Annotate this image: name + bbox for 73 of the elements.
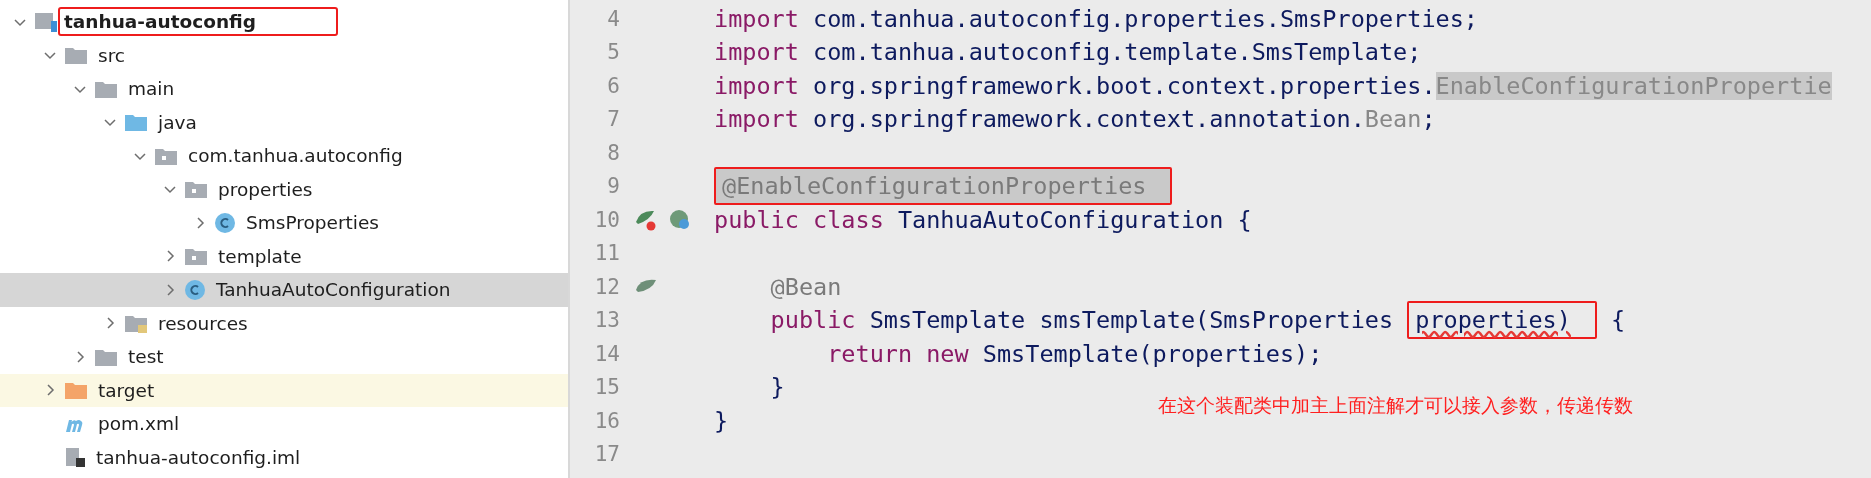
tree-item[interactable]: main	[0, 72, 568, 106]
folder-icon	[64, 380, 88, 401]
tree-item[interactable]: com.tanhua.autoconfig	[0, 139, 568, 173]
item-label: main	[127, 77, 176, 102]
folder-icon	[64, 45, 88, 66]
item-label: target	[97, 378, 156, 403]
code-line: }	[769, 373, 785, 402]
line-number: 17	[593, 442, 620, 467]
folder-icon	[124, 313, 148, 334]
spring-icon[interactable]	[668, 207, 692, 232]
line-number: 7	[606, 107, 620, 132]
tree-item[interactable]: tanhua-autoconfig.iml	[0, 440, 568, 474]
chevron-right-icon[interactable]	[164, 283, 176, 296]
line-number: 16	[593, 408, 620, 433]
item-label: template	[217, 244, 303, 269]
class-icon	[214, 211, 236, 234]
folder-icon	[184, 246, 208, 267]
item-label: SmsProperties	[245, 211, 380, 236]
code-line: public class TanhuaAutoConfiguration {	[714, 205, 1252, 234]
tree-item[interactable]: tanhua-autoconfig	[0, 5, 568, 39]
item-label: com.tanhua.autoconfig	[187, 144, 404, 169]
item-label: test	[127, 345, 165, 370]
code-line: import org.springframework.context.annotation.Bean;	[714, 105, 1436, 134]
code-line: return new SmsTemplate(properties);	[826, 339, 1323, 368]
code-line: @Bean	[769, 272, 842, 301]
chevron-right-icon[interactable]	[194, 216, 206, 229]
line-number: 10	[593, 207, 620, 232]
chevron-down-icon[interactable]	[104, 116, 116, 129]
chevron-right-icon[interactable]	[104, 317, 116, 330]
module-icon	[34, 10, 58, 33]
item-label: tanhua-autoconfig.iml	[95, 445, 302, 470]
tree-item[interactable]: resources	[0, 306, 568, 340]
folder-icon	[184, 179, 208, 200]
line-number: 13	[593, 308, 620, 333]
line-number: 12	[593, 274, 620, 299]
tree-item[interactable]: template	[0, 239, 568, 273]
tree-item[interactable]: java	[0, 105, 568, 139]
chevron-right-icon[interactable]	[164, 250, 176, 263]
code-line: import com.tanhua.autoconfig.template.SmsTemplate;	[714, 38, 1422, 67]
class-icon	[184, 278, 206, 301]
code-line: public SmsTemplate smsTemplate(SmsProperties properties) {	[714, 301, 1626, 340]
line-number: 8	[606, 140, 620, 165]
item-label: java	[156, 110, 198, 135]
tree-item[interactable]: test	[0, 340, 568, 374]
tree-item[interactable]: properties	[0, 172, 568, 206]
tree-item[interactable]: pom.xml	[0, 407, 568, 441]
tree-item[interactable]: target	[0, 373, 568, 407]
item-label: resources	[157, 311, 249, 336]
tree-item[interactable]: SmsProperties	[0, 206, 568, 240]
code-line: import com.tanhua.autoconfig.properties.SmsProperties;	[714, 4, 1478, 33]
file-icon	[64, 445, 86, 470]
line-number: 5	[606, 40, 620, 65]
item-label: src	[97, 43, 126, 68]
chevron-right-icon[interactable]	[74, 350, 86, 363]
tree-item[interactable]: src	[0, 38, 568, 72]
line-number: 14	[593, 341, 620, 366]
chevron-down-icon[interactable]	[44, 49, 56, 62]
line-number: 11	[593, 241, 620, 266]
item-label: tanhua-autoconfig	[58, 7, 338, 37]
annotation-note: 在这个装配类中加主上面注解才可以接入参数，传递传数	[1158, 393, 1633, 418]
line-number: 15	[593, 375, 620, 400]
tree-item[interactable]: TanhuaAutoConfiguration	[0, 273, 568, 307]
line-number: 4	[606, 6, 620, 31]
item-label: properties	[217, 177, 314, 202]
line-number: 6	[606, 73, 620, 98]
line-number: 9	[606, 174, 620, 199]
code-line: import org.springframework.boot.context.properties.EnableConfigurationPropertie	[714, 71, 1832, 100]
item-label: TanhuaAutoConfiguration	[215, 278, 452, 303]
chevron-right-icon[interactable]	[44, 384, 56, 397]
item-label: pom.xml	[97, 412, 181, 437]
folder-icon	[124, 112, 148, 133]
code-line: }	[714, 406, 729, 435]
chevron-down-icon[interactable]	[164, 183, 176, 196]
